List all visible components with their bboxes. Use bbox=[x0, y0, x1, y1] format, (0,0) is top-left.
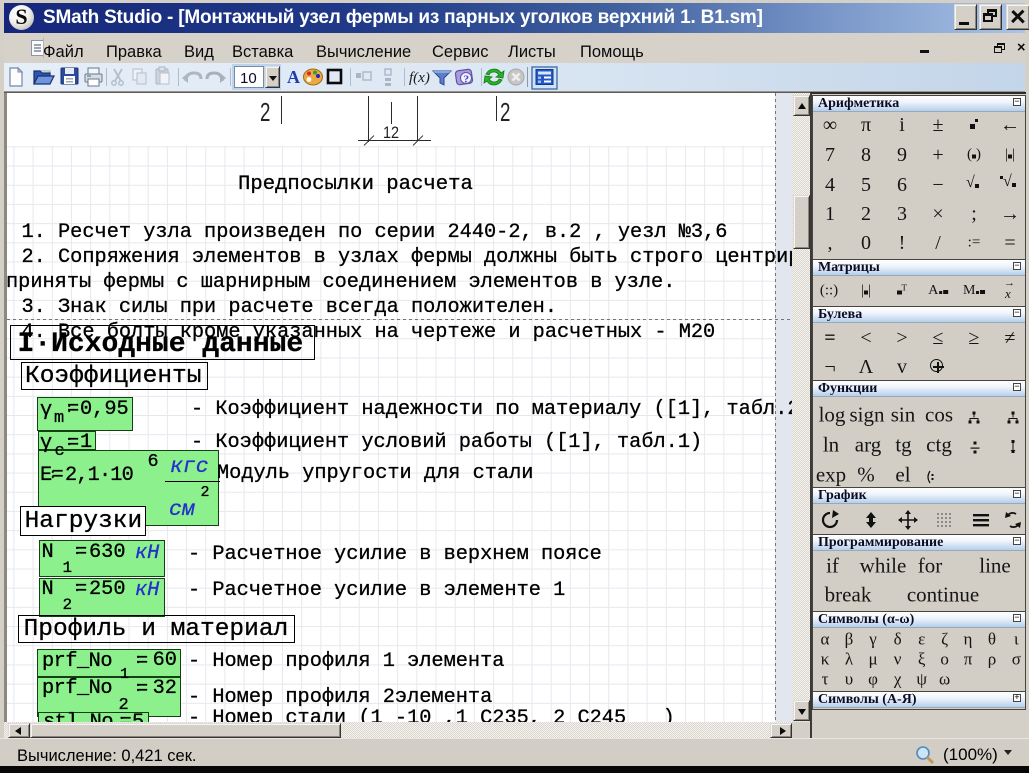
svg-text:A: A bbox=[287, 67, 300, 87]
svg-text:f(x): f(x) bbox=[409, 70, 430, 86]
svg-text:?: ? bbox=[464, 74, 470, 86]
